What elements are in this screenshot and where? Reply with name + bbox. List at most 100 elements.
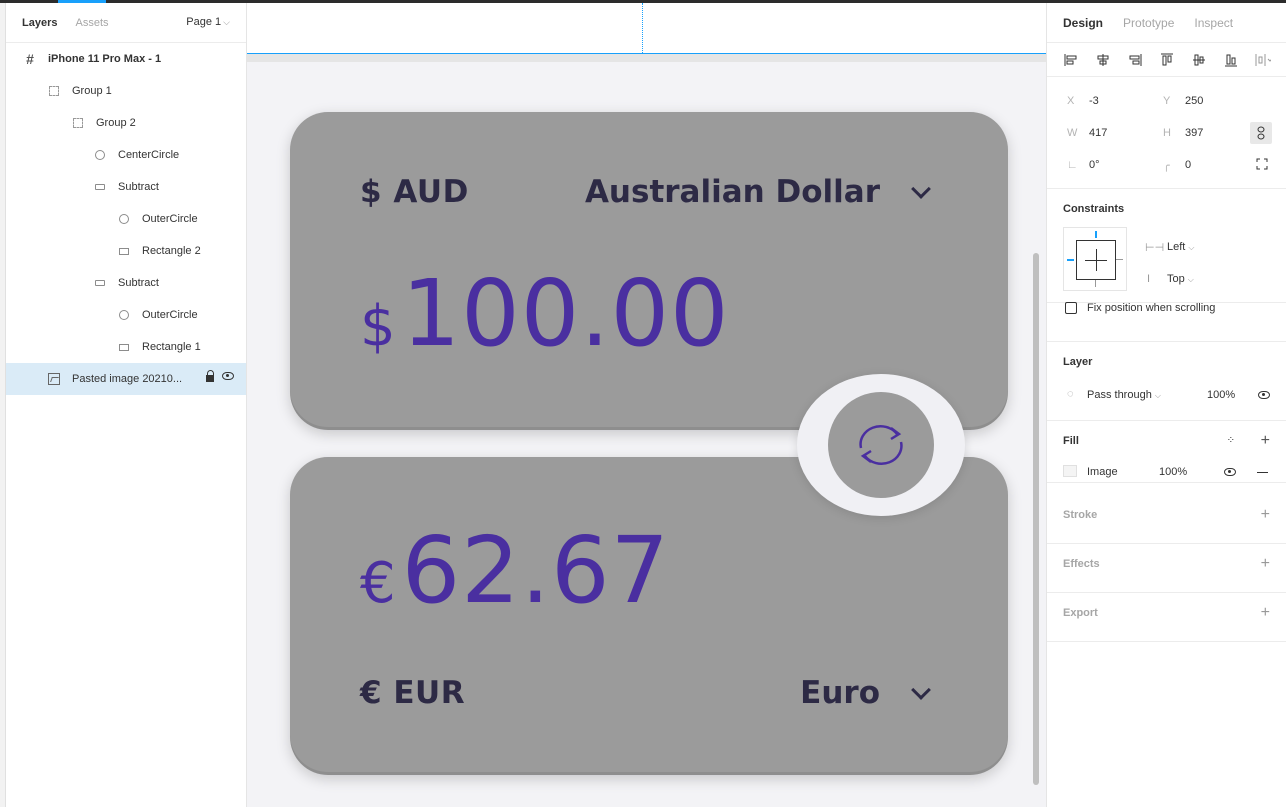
alignment-toolbar <box>1047 43 1286 77</box>
fix-position-checkbox[interactable]: Fix position when scrolling <box>1065 302 1215 314</box>
rotation-icon: ∟ <box>1067 159 1078 171</box>
corner-radius-field[interactable]: ╭ 0 <box>1163 159 1191 172</box>
x-field[interactable]: X -3 <box>1067 95 1099 107</box>
align-left-icon[interactable] <box>1063 52 1079 68</box>
position-row: X -3 Y 250 <box>1047 85 1286 117</box>
currency-name[interactable]: Australian Dollar <box>585 174 880 210</box>
height-field[interactable]: H 397 <box>1163 127 1203 139</box>
layer-name: OuterCircle <box>142 309 198 321</box>
add-export-icon[interactable]: + <box>1261 605 1270 621</box>
align-vertical-center-icon[interactable] <box>1191 52 1207 68</box>
align-top-icon[interactable] <box>1159 52 1175 68</box>
chevron-down-icon: ⌵ <box>1188 243 1195 252</box>
layer-row[interactable]: Subtract <box>6 171 246 203</box>
horizontal-constraint-dropdown[interactable]: Left ⌵ <box>1167 241 1194 253</box>
width-field[interactable]: W 417 <box>1067 127 1107 139</box>
layer-name: CenterCircle <box>118 149 180 161</box>
align-right-icon[interactable] <box>1127 52 1143 68</box>
layer-row[interactable]: OuterCircle <box>6 203 246 235</box>
constrain-proportions-icon[interactable] <box>1250 122 1272 144</box>
tab-prototype[interactable]: Prototype <box>1123 16 1174 30</box>
eye-icon[interactable] <box>1258 391 1270 399</box>
subtract-icon <box>92 280 108 286</box>
style-grid-icon[interactable]: ⁘ <box>1227 435 1236 446</box>
layer-name: Rectangle 2 <box>142 245 201 257</box>
canvas-top-area <box>247 3 1046 54</box>
image-icon <box>46 373 62 385</box>
currency-code: € EUR <box>360 675 466 711</box>
vertical-constraint-dropdown[interactable]: Top ⌵ <box>1167 273 1194 285</box>
independent-corners-icon[interactable] <box>1256 158 1268 173</box>
w-value: 417 <box>1089 127 1108 139</box>
align-bottom-icon[interactable] <box>1223 52 1239 68</box>
constraint-bottom-marker <box>1095 280 1096 287</box>
page-select[interactable]: Page 1 ⌵ <box>186 16 230 28</box>
layer-name: iPhone 11 Pro Max - 1 <box>48 53 162 65</box>
tab-inspect[interactable]: Inspect <box>1194 16 1233 30</box>
remove-fill-icon[interactable] <box>1257 472 1268 473</box>
canvas[interactable]: $ AUD Australian Dollar $100.00 €62.67 €… <box>247 3 1046 807</box>
layer-name: Subtract <box>118 181 159 193</box>
swap-button[interactable] <box>828 392 934 498</box>
layer-row[interactable]: OuterCircle <box>6 299 246 331</box>
eye-icon[interactable] <box>222 372 234 380</box>
fill-type[interactable]: Image <box>1087 466 1118 478</box>
constraints-section: Constraints ⊢⊣ Left ⌵ Ι Top ⌵ <box>1047 189 1286 303</box>
checkbox[interactable] <box>1065 302 1077 314</box>
layer-row-actions <box>206 370 234 382</box>
horizontal-constraint-value: Left <box>1167 241 1186 253</box>
design-panel: Design Prototype Inspect X -3 Y 250 W 417 H… <box>1046 3 1286 807</box>
layer-name: Rectangle 1 <box>142 341 201 353</box>
y-label: Y <box>1163 95 1171 107</box>
amount-display: $100.00 <box>360 260 730 367</box>
distribute-icon[interactable] <box>1255 52 1271 68</box>
add-fill-icon[interactable]: + <box>1261 433 1270 449</box>
vertical-scrollbar[interactable] <box>1033 253 1039 785</box>
constraint-top-marker <box>1095 231 1097 238</box>
layer-row[interactable]: Rectangle 1 <box>6 331 246 363</box>
layer-opacity[interactable]: 100% <box>1207 389 1235 401</box>
layer-title: Layer <box>1063 356 1093 368</box>
fill-opacity[interactable]: 100% <box>1159 466 1187 478</box>
amount-display: €62.67 <box>360 517 670 624</box>
amount-value: 100.00 <box>401 260 730 367</box>
stroke-title: Stroke <box>1063 509 1098 521</box>
page-select-label: Page 1 <box>186 16 222 28</box>
export-section: Export + <box>1047 593 1286 642</box>
design-panel-tabs: Design Prototype Inspect <box>1047 3 1286 43</box>
layer-row-selected[interactable]: Pasted image 20210... <box>6 363 246 395</box>
y-field[interactable]: Y 250 <box>1163 95 1203 107</box>
layer-row[interactable]: # iPhone 11 Pro Max - 1 <box>6 43 246 75</box>
add-effect-icon[interactable]: + <box>1261 556 1270 572</box>
selection-outline <box>247 53 1046 54</box>
fill-swatch[interactable] <box>1063 465 1077 477</box>
rotation-field[interactable]: ∟ 0° <box>1067 159 1100 171</box>
layer-row[interactable]: Group 1 <box>6 75 246 107</box>
ellipse-icon <box>116 214 132 224</box>
x-label: X <box>1067 95 1075 107</box>
align-horizontal-center-icon[interactable] <box>1095 52 1111 68</box>
eye-icon[interactable] <box>1224 468 1236 476</box>
blend-mode-dropdown[interactable]: Pass through ⌵ <box>1087 389 1161 401</box>
layer-row[interactable]: Subtract <box>6 267 246 299</box>
currency-name[interactable]: Euro <box>800 675 880 711</box>
fix-position-label: Fix position when scrolling <box>1087 302 1216 314</box>
layer-row[interactable]: Group 2 <box>6 107 246 139</box>
chevron-down-icon[interactable] <box>911 680 931 700</box>
tab-assets[interactable]: Assets <box>75 17 108 29</box>
constraint-left-marker <box>1067 259 1074 261</box>
fill-section: Fill ⁘ + Image 100% <box>1047 421 1286 483</box>
export-title: Export <box>1063 607 1098 619</box>
tab-design[interactable]: Design <box>1063 16 1103 30</box>
tab-layers[interactable]: Layers <box>22 17 57 29</box>
layers-panel-tabs: Layers Assets Page 1 ⌵ <box>6 3 246 43</box>
group-icon <box>70 118 86 128</box>
blend-mode-value: Pass through <box>1087 389 1152 401</box>
add-stroke-icon[interactable]: + <box>1261 507 1270 523</box>
currency-code: $ AUD <box>360 174 469 210</box>
layer-row[interactable]: Rectangle 2 <box>6 235 246 267</box>
layer-row[interactable]: CenterCircle <box>6 139 246 171</box>
constraint-widget[interactable] <box>1063 227 1127 291</box>
unlock-icon[interactable] <box>206 370 214 382</box>
chevron-down-icon[interactable] <box>911 179 931 199</box>
